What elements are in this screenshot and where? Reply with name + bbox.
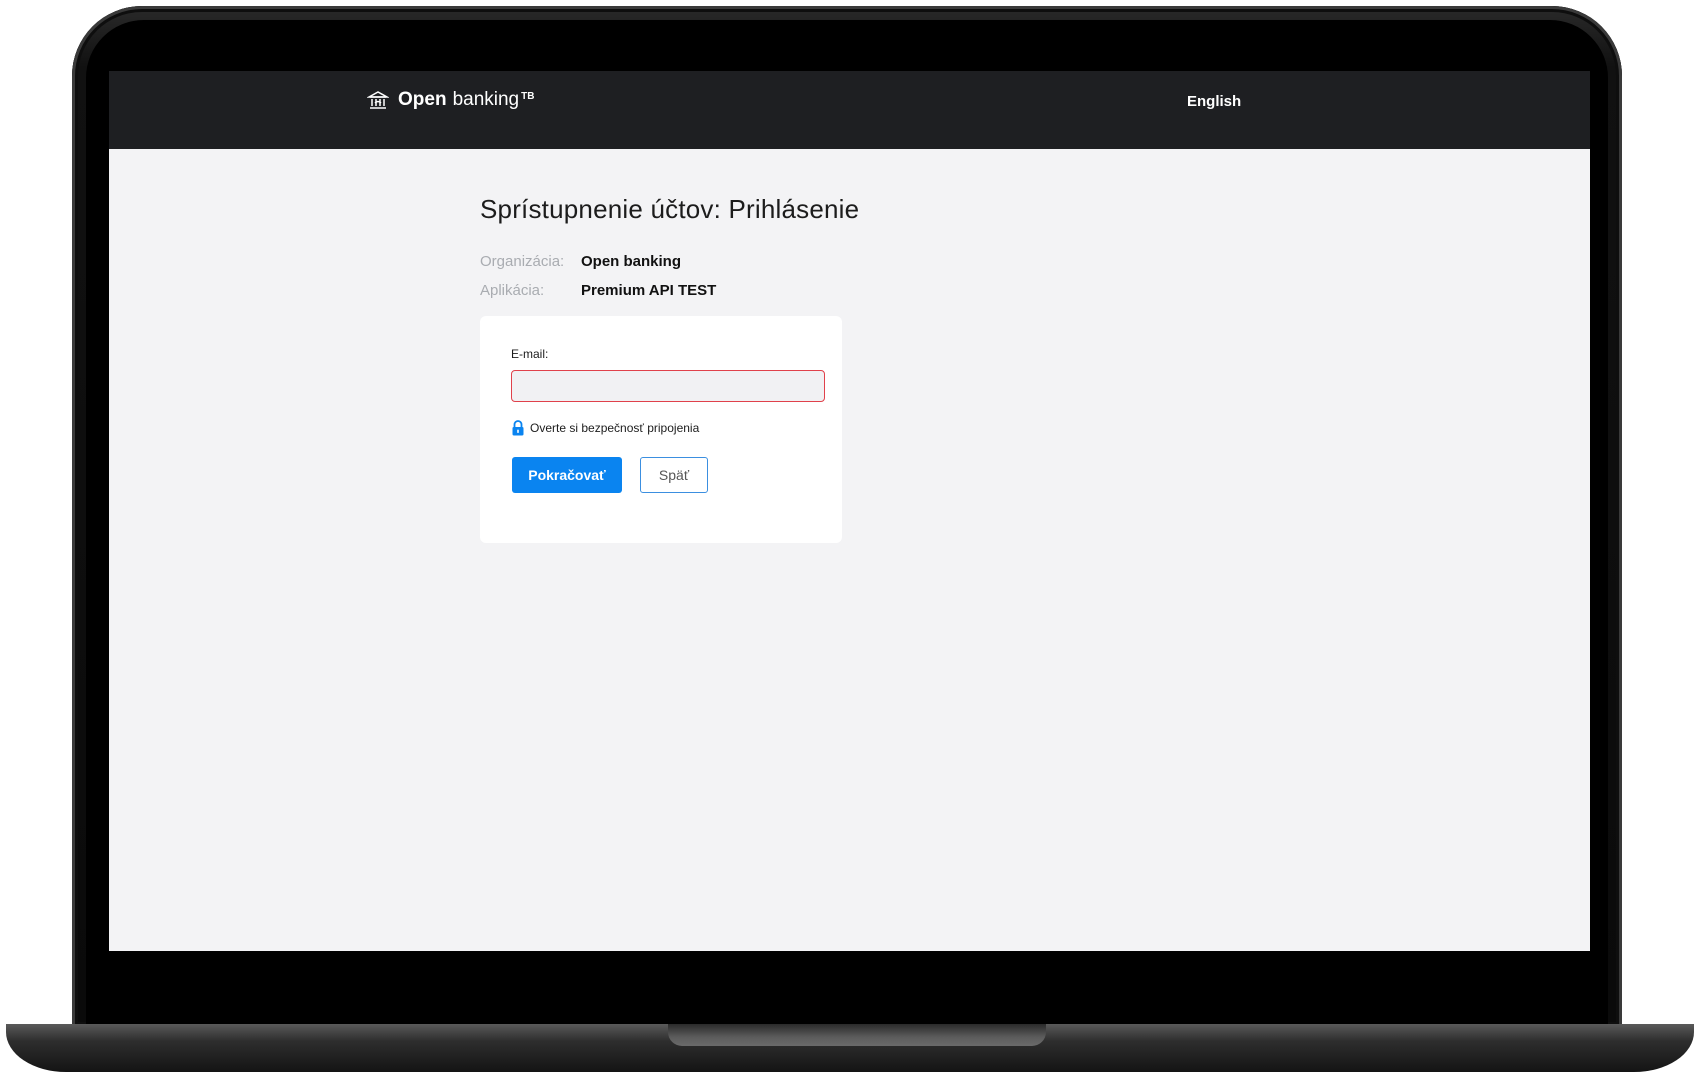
lock-icon (511, 420, 525, 436)
application-row: Aplikácia: Premium API TEST (480, 276, 1080, 305)
brand-name-strong: Open (398, 89, 447, 110)
brand-name-light: banking (452, 89, 520, 110)
continue-button[interactable]: Pokračovať (512, 457, 622, 493)
organization-label: Organizácia: (480, 253, 565, 270)
login-card: E-mail: Overte si bezpečnosť pripojenia … (480, 316, 842, 543)
organization-row: Organizácia: Open banking (480, 247, 1080, 276)
application-value: Premium API TEST (581, 282, 717, 299)
language-switch-link[interactable]: English (1187, 93, 1241, 110)
email-label: E-mail: (511, 347, 549, 361)
application-label: Aplikácia: (480, 282, 545, 299)
top-navigation-bar: Open banking TB English (109, 71, 1590, 149)
page-title: Sprístupnenie účtov: Prihlásenie (480, 194, 860, 224)
laptop-base-notch (668, 1024, 1046, 1046)
organization-value: Open banking (581, 253, 682, 270)
brand-superscript: TB (521, 90, 535, 102)
brand-logo[interactable]: Open banking TB (366, 89, 535, 111)
back-button[interactable]: Späť (640, 457, 708, 493)
secure-connection-link[interactable]: Overte si bezpečnosť pripojenia (511, 420, 699, 436)
bank-building-icon (366, 89, 390, 111)
secure-connection-text: Overte si bezpečnosť pripojenia (530, 421, 700, 435)
email-field[interactable] (511, 370, 825, 402)
browser-screen: Open banking TB English Sprístupnenie úč… (109, 71, 1590, 951)
page-content: Sprístupnenie účtov: Prihlásenie Organiz… (480, 194, 1080, 305)
